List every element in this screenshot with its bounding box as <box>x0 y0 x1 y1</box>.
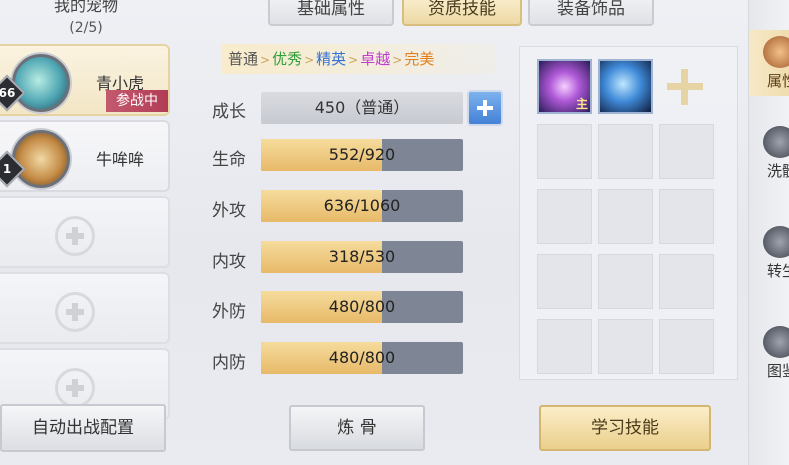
quality-normal: 普通 <box>228 50 259 68</box>
quality-perfect: 完美 <box>404 50 435 68</box>
menu-item-codex[interactable]: 图鉴 <box>749 320 789 386</box>
in-battle-badge: 参战中 <box>106 90 168 112</box>
empty-pet-slot[interactable] <box>0 196 170 268</box>
quality-elite: 精英 <box>316 50 347 68</box>
book-icon <box>763 326 789 358</box>
quality-superb: 卓越 <box>360 50 391 68</box>
skill-slot-empty[interactable] <box>659 254 714 309</box>
right-side-menu: 属性 洗髓 转生 图鉴 <box>748 0 789 465</box>
skill-slot-empty[interactable] <box>537 124 592 179</box>
pet-count: (2/5) <box>69 20 103 36</box>
pet-avatar-dragon <box>12 54 70 112</box>
quality-legend: 普通 > 优秀 > 精英 > 卓越 > 完美 <box>222 44 496 74</box>
skill-slot-empty[interactable] <box>537 189 592 244</box>
auto-battle-config-button[interactable]: 自动出战配置 <box>0 404 166 452</box>
cloud-swirl-icon <box>763 126 789 158</box>
chevron-right-icon: > <box>260 53 271 67</box>
add-pet-icon <box>55 216 95 256</box>
pet-list-title: 我的宠物 <box>53 0 118 15</box>
add-skill-icon[interactable] <box>660 63 710 113</box>
fox-mask-icon <box>763 36 789 68</box>
tab-equipment[interactable]: 装备饰品 <box>528 0 654 26</box>
skill-slot-empty[interactable] <box>598 189 653 244</box>
menu-label: 转生 <box>767 262 789 280</box>
tab-aptitude-skills[interactable]: 资质技能 <box>402 0 522 26</box>
menu-label: 图鉴 <box>767 362 789 380</box>
skills-panel: 主 <box>519 46 738 380</box>
stat-bar-hp: 552/920 <box>261 139 463 171</box>
stat-bar-inner-defense: 480/800 <box>261 342 463 374</box>
stat-label-inner-attack: 内攻 <box>212 252 246 272</box>
skill-purple-vortex-icon[interactable]: 主 <box>537 59 592 114</box>
skill-slot-empty[interactable] <box>537 319 592 374</box>
pet-name: 牛哞哞 <box>96 150 145 169</box>
add-pet-icon <box>55 292 95 332</box>
chevron-right-icon: > <box>392 53 403 67</box>
growth-value: 450（普通） <box>261 92 463 124</box>
stat-value: 480/800 <box>328 297 396 316</box>
lock-icon <box>763 226 789 258</box>
growth-label: 成长 <box>212 102 246 122</box>
stat-bar-inner-attack: 318/530 <box>261 241 463 273</box>
skill-blue-spirit-icon[interactable] <box>598 59 653 114</box>
skill-slot-empty[interactable] <box>659 124 714 179</box>
menu-label: 洗髓 <box>767 162 789 180</box>
stat-label-outer-attack: 外攻 <box>212 201 246 221</box>
pet-avatar-ox <box>12 130 70 188</box>
stat-label-hp: 生命 <box>212 150 246 170</box>
menu-item-rebirth[interactable]: 转生 <box>749 220 789 286</box>
skill-slot-empty[interactable] <box>659 319 714 374</box>
stat-value: 552/920 <box>328 145 396 164</box>
chevron-right-icon: > <box>348 53 359 67</box>
skill-slot-empty[interactable] <box>598 319 653 374</box>
skill-slot-empty[interactable] <box>598 124 653 179</box>
stat-value: 480/800 <box>328 348 396 367</box>
add-growth-button[interactable] <box>467 90 503 126</box>
refine-bone-button[interactable]: 炼 骨 <box>289 405 425 451</box>
stat-value: 318/530 <box>328 247 396 266</box>
pet-card-niumoumou[interactable]: 1 牛哞哞 <box>0 120 170 192</box>
stat-bar-outer-defense: 480/800 <box>261 291 463 323</box>
stat-label-inner-defense: 内防 <box>212 353 246 373</box>
stat-value: 636/1060 <box>323 196 401 215</box>
pet-level: 1 <box>2 162 12 176</box>
menu-label: 属性 <box>767 72 789 90</box>
chevron-right-icon: > <box>304 53 315 67</box>
skill-slot-empty[interactable] <box>659 189 714 244</box>
stat-bar-outer-attack: 636/1060 <box>261 190 463 222</box>
stat-label-outer-defense: 外防 <box>212 302 246 322</box>
pet-level: 66 <box>0 86 16 100</box>
main-skill-tag: 主 <box>575 97 588 111</box>
pet-card-qingxiaohu[interactable]: 66 青小虎 参战中 <box>0 44 170 116</box>
pet-list-header: 我的宠物 (2/5) <box>0 0 172 44</box>
menu-item-attributes[interactable]: 属性 <box>749 30 789 96</box>
menu-item-wash[interactable]: 洗髓 <box>749 120 789 186</box>
learn-skill-button[interactable]: 学习技能 <box>539 405 711 451</box>
pet-list-panel: 我的宠物 (2/5) 66 青小虎 参战中 1 牛哞哞 自动出战配置 <box>0 0 172 465</box>
skill-slot-empty[interactable] <box>598 254 653 309</box>
skill-slot-empty[interactable] <box>537 254 592 309</box>
quality-excellent: 优秀 <box>272 50 303 68</box>
add-pet-icon <box>55 368 95 408</box>
tab-basic-attributes[interactable]: 基础属性 <box>268 0 394 26</box>
empty-pet-slot[interactable] <box>0 272 170 344</box>
